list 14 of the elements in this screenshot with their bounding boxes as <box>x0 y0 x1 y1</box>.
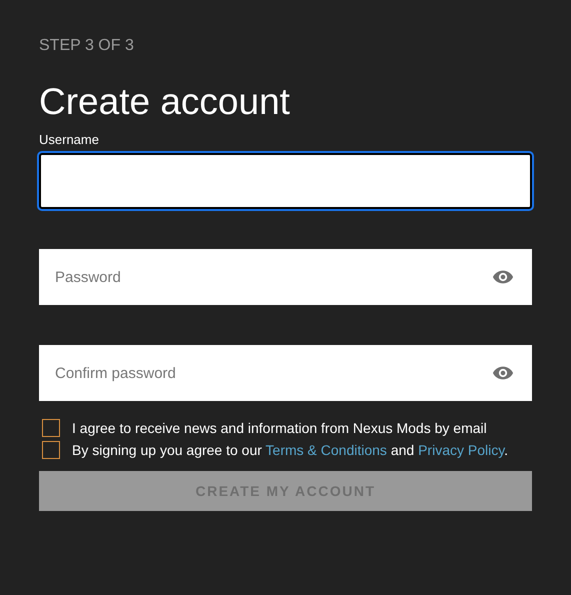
consent-text: I agree to receive news and information from Nexus Mods by email <box>72 419 487 437</box>
link[interactable]: Privacy Policy <box>418 442 504 458</box>
input-field[interactable]: Password <box>39 249 532 305</box>
eye-icon[interactable] <box>492 269 514 285</box>
consent-text: By signing up you agree to our Terms & Conditions and Privacy Policy. <box>72 441 508 459</box>
field-label: Username <box>39 132 99 148</box>
step-indicator: STEP 3 OF 3 <box>39 36 134 56</box>
link[interactable]: Terms & Conditions <box>266 442 387 458</box>
page-title: Create account <box>39 80 290 124</box>
checkbox[interactable] <box>42 441 60 459</box>
input-field[interactable] <box>39 153 532 209</box>
checkbox[interactable] <box>42 419 60 437</box>
eye-icon[interactable] <box>492 365 514 381</box>
input-field[interactable]: Confirm password <box>39 345 532 401</box>
